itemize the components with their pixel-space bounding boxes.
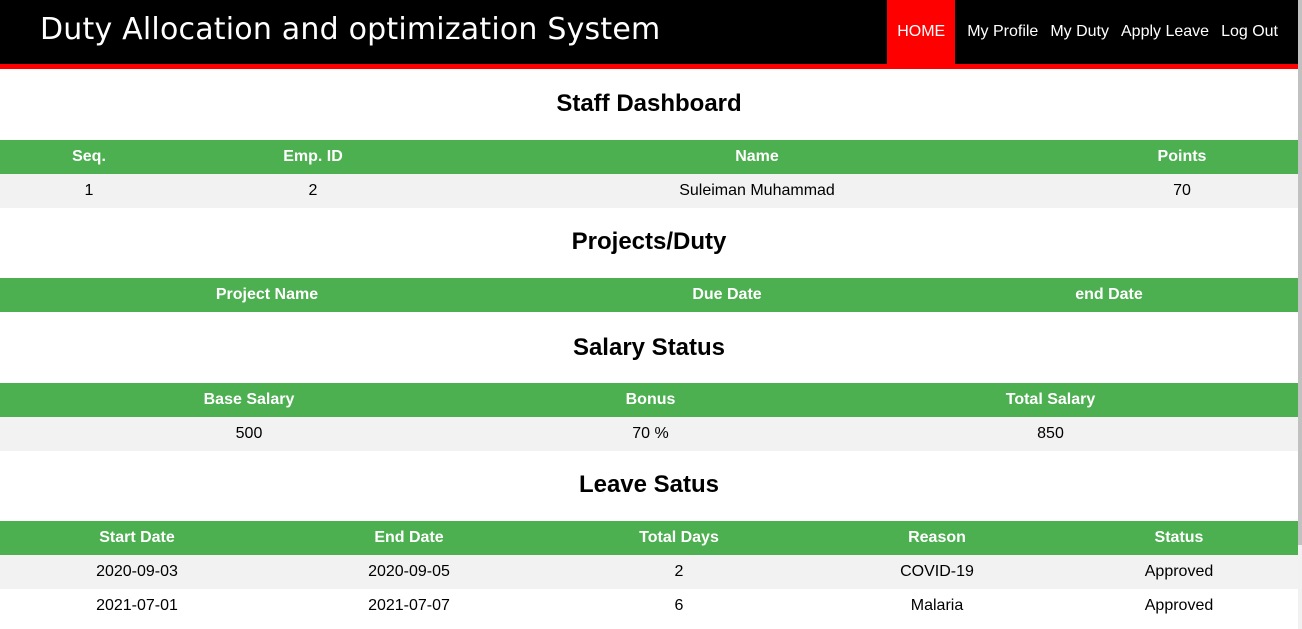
column-header: End Date [274,521,544,555]
column-header: Points [1066,140,1298,174]
staff-dashboard-table: Seq. Emp. ID Name Points 1 2 Suleiman Mu… [0,140,1298,208]
table-cell: 850 [803,417,1298,451]
table-cell: Approved [1060,555,1298,589]
table-row: 2021-07-01 2021-07-07 6 Malaria Approved [0,589,1298,623]
table-header-row: Seq. Emp. ID Name Points [0,140,1298,174]
table-header-row: Start Date End Date Total Days Reason St… [0,521,1298,555]
column-header: Due Date [534,278,920,312]
column-header: Start Date [0,521,274,555]
table-cell: 2 [544,555,814,589]
main-nav: HOME My Profile My Duty Apply Leave Log … [887,0,1298,64]
projects-duty-table: Project Name Due Date end Date [0,278,1298,312]
leave-status-title: Leave Satus [578,471,720,498]
column-header: Total Salary [803,383,1298,417]
table-cell: Malaria [814,589,1060,623]
table-cell: 2021-07-07 [274,589,544,623]
vertical-scrollbar[interactable] [1298,0,1302,629]
table-cell: 1 [0,174,178,208]
table-row: 500 70 % 850 [0,417,1298,451]
column-header: Status [1060,521,1298,555]
column-header: Emp. ID [178,140,448,174]
table-cell: Approved [1060,589,1298,623]
table-header-row: Project Name Due Date end Date [0,278,1298,312]
staff-dashboard-title: Staff Dashboard [556,90,742,117]
column-header: Bonus [498,383,803,417]
column-header: Total Days [544,521,814,555]
app-title: Duty Allocation and optimization System [40,12,661,47]
leave-status-table: Start Date End Date Total Days Reason St… [0,521,1298,623]
nav-log-out[interactable]: Log Out [1215,0,1298,64]
table-row: 1 2 Suleiman Muhammad 70 [0,174,1298,208]
nav-home[interactable]: HOME [887,0,956,64]
table-header-row: Base Salary Bonus Total Salary [0,383,1298,417]
nav-apply-leave[interactable]: Apply Leave [1115,0,1215,64]
column-header: Base Salary [0,383,498,417]
column-header: Seq. [0,140,178,174]
page: Duty Allocation and optimization System … [0,0,1298,629]
table-cell: 500 [0,417,498,451]
header-divider [0,64,1298,69]
table-cell: 6 [544,589,814,623]
table-cell: 70 % [498,417,803,451]
table-cell: 2 [178,174,448,208]
nav-my-profile[interactable]: My Profile [961,0,1044,64]
column-header: Project Name [0,278,534,312]
scrollbar-thumb[interactable] [1298,0,1302,545]
salary-status-title: Salary Status [572,334,726,361]
nav-my-duty[interactable]: My Duty [1044,0,1115,64]
salary-status-table: Base Salary Bonus Total Salary 500 70 % … [0,383,1298,451]
table-cell: Suleiman Muhammad [448,174,1066,208]
table-cell: 2020-09-05 [274,555,544,589]
table-cell: 70 [1066,174,1298,208]
column-header: end Date [920,278,1298,312]
top-bar: Duty Allocation and optimization System … [0,0,1298,64]
table-cell: 2021-07-01 [0,589,274,623]
table-cell: COVID-19 [814,555,1060,589]
column-header: Reason [814,521,1060,555]
table-cell: 2020-09-03 [0,555,274,589]
column-header: Name [448,140,1066,174]
projects-duty-title: Projects/Duty [571,228,727,255]
table-row: 2020-09-03 2020-09-05 2 COVID-19 Approve… [0,555,1298,589]
